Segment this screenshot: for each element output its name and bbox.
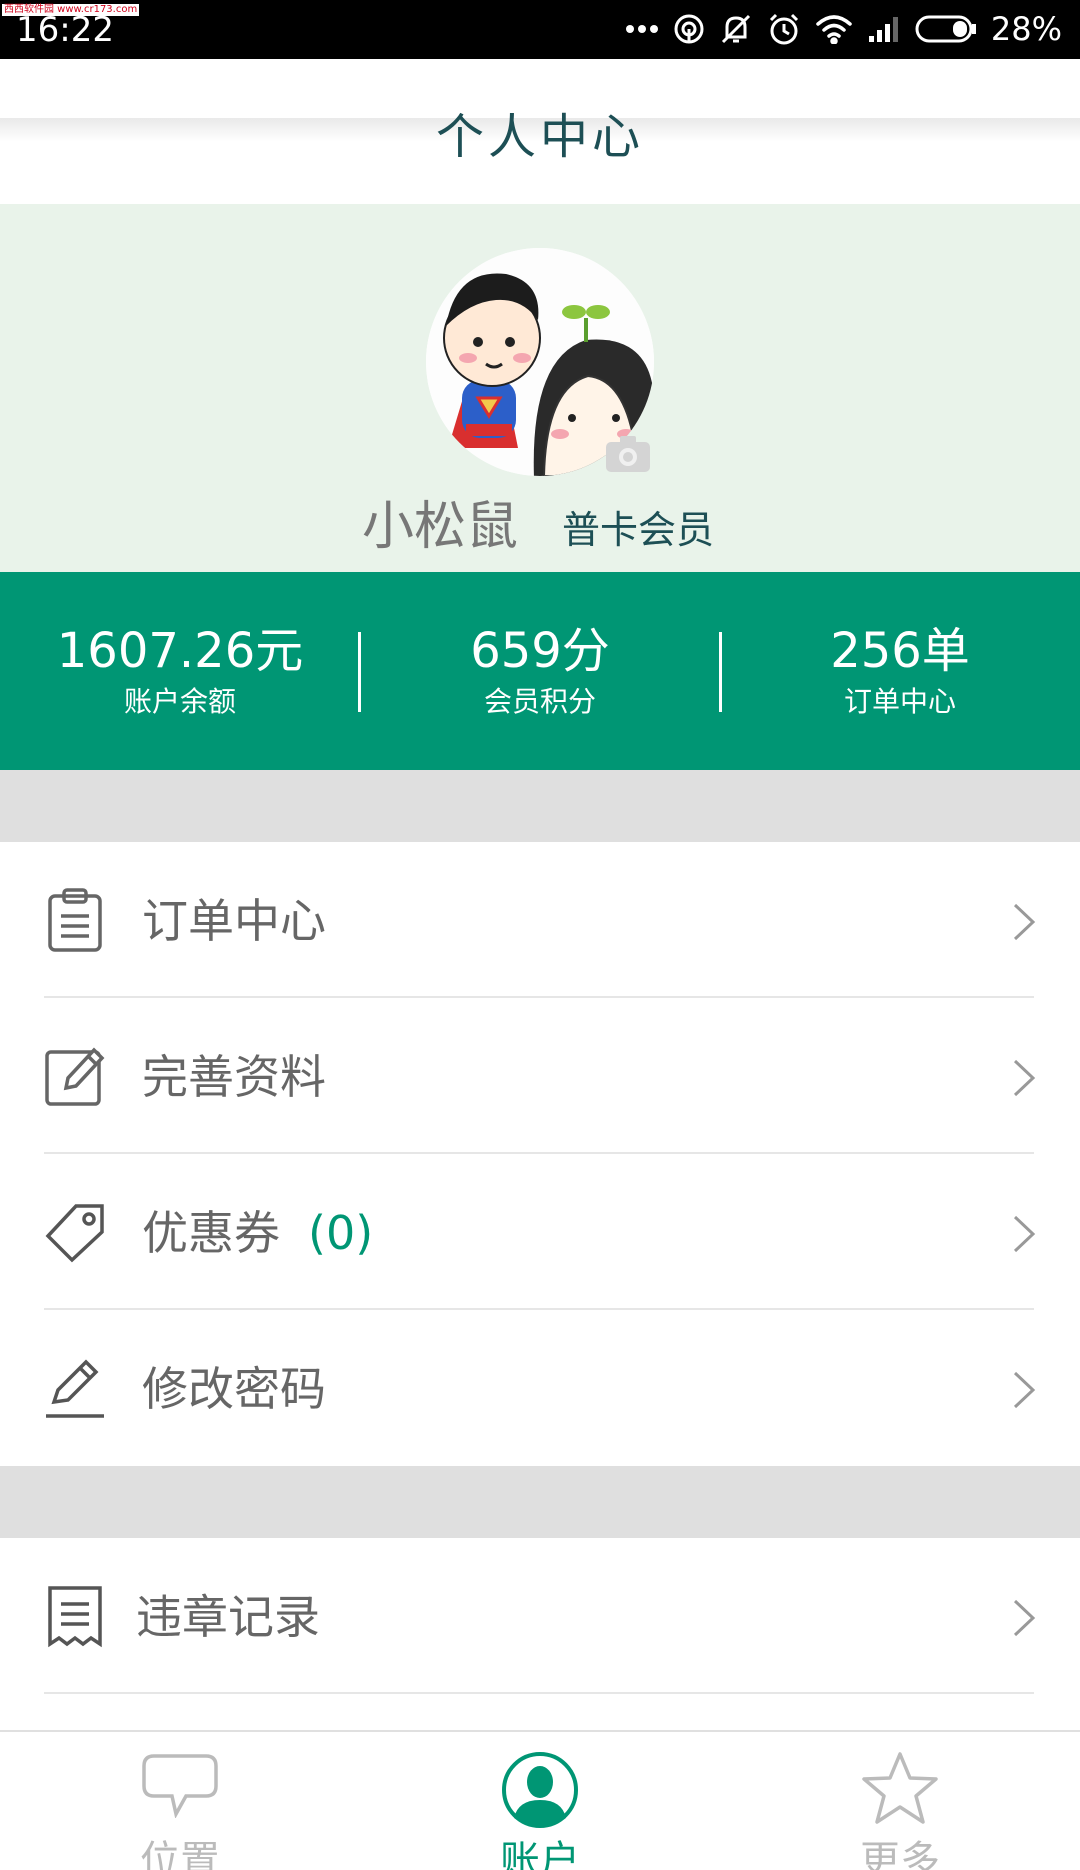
menu-label: 优惠券 (0) [142,1202,373,1264]
stat-divider [358,632,361,712]
receipt-icon [48,1586,102,1648]
menu-item-coupons[interactable]: 优惠券 (0) [0,1154,1080,1310]
user-name: 小松鼠 [362,497,519,557]
menu-label: 订单中心 [142,894,326,948]
menu-label: 完善资料 [142,1050,326,1104]
stat-orders[interactable]: 256单 订单中心 [720,572,1080,770]
status-bar: 16:22 西西软件园 www.cr173.com 28% [0,0,1080,59]
menu-label: 修改密码 [142,1362,326,1416]
coupon-count: (0) [308,1206,374,1260]
member-level-badge: 普卡会员 [562,508,715,552]
battery-icon [915,15,976,43]
clipboard-icon [48,888,102,952]
page-title: 个人中心 [435,108,644,165]
pencil-icon [46,1359,104,1418]
stat-orders-label: 订单中心 [843,685,956,718]
stat-balance-value: 1607.26元 [56,623,304,679]
stat-points-label: 会员积分 [483,685,596,718]
edit-profile-icon [45,1047,105,1106]
nav-item-account[interactable]: 账户 [440,1732,640,1870]
title-bar: 个人中心 [0,59,1080,204]
more-dots-icon [625,25,658,33]
profile-header: 小松鼠 普卡会员 [0,204,1080,572]
signal-icon [868,17,898,42]
wifi-icon [816,15,852,44]
coupons-label: 优惠券 [142,1206,280,1260]
chevron-right-icon [1013,1599,1036,1637]
menu-item-orders[interactable]: 订单中心 [0,842,1080,998]
bottom-nav: 位置 账户 更多 [0,1730,1080,1870]
stat-orders-value: 256单 [830,623,970,679]
menu-item-violation-records[interactable]: 违章记录 [0,1538,1080,1694]
stat-balance[interactable]: 1607.26元 账户余额 [0,572,360,770]
camera-icon[interactable] [604,434,652,474]
menu-item-change-password[interactable]: 修改密码 [0,1310,1080,1466]
nav-label: 位置 [140,1838,220,1870]
nav-item-location[interactable]: 位置 [80,1732,280,1870]
status-icons: 28% [625,6,1062,52]
chevron-right-icon [1013,903,1036,941]
coupon-tag-icon [45,1204,104,1263]
stat-points-value: 659分 [470,623,610,679]
section-separator [0,1466,1080,1538]
watermark: 西西软件园 www.cr173.com [2,4,140,16]
section-separator [0,770,1080,842]
nav-label: 账户 [500,1838,580,1870]
stat-divider [719,632,722,712]
mute-notification-icon [721,14,750,44]
stat-points[interactable]: 659分 会员积分 [360,572,720,770]
divider [44,1692,1034,1694]
nav-label: 更多 [860,1838,940,1870]
battery-percent: 28% [990,10,1062,48]
menu-item-complete-profile[interactable]: 完善资料 [0,998,1080,1154]
stat-balance-label: 账户余额 [123,685,236,718]
nav-item-more[interactable]: 更多 [800,1732,1000,1870]
alarm-icon [769,13,798,45]
account-person-icon [502,1752,578,1828]
star-icon [862,1752,938,1824]
chevron-right-icon [1013,1371,1036,1409]
hotspot-icon [674,14,704,44]
menu-label: 违章记录 [136,1590,320,1644]
chat-bubble-icon [142,1754,218,1818]
chevron-right-icon [1013,1215,1036,1253]
stats-bar: 1607.26元 账户余额 659分 会员积分 256单 订单中心 [0,572,1080,770]
chevron-right-icon [1013,1059,1036,1097]
